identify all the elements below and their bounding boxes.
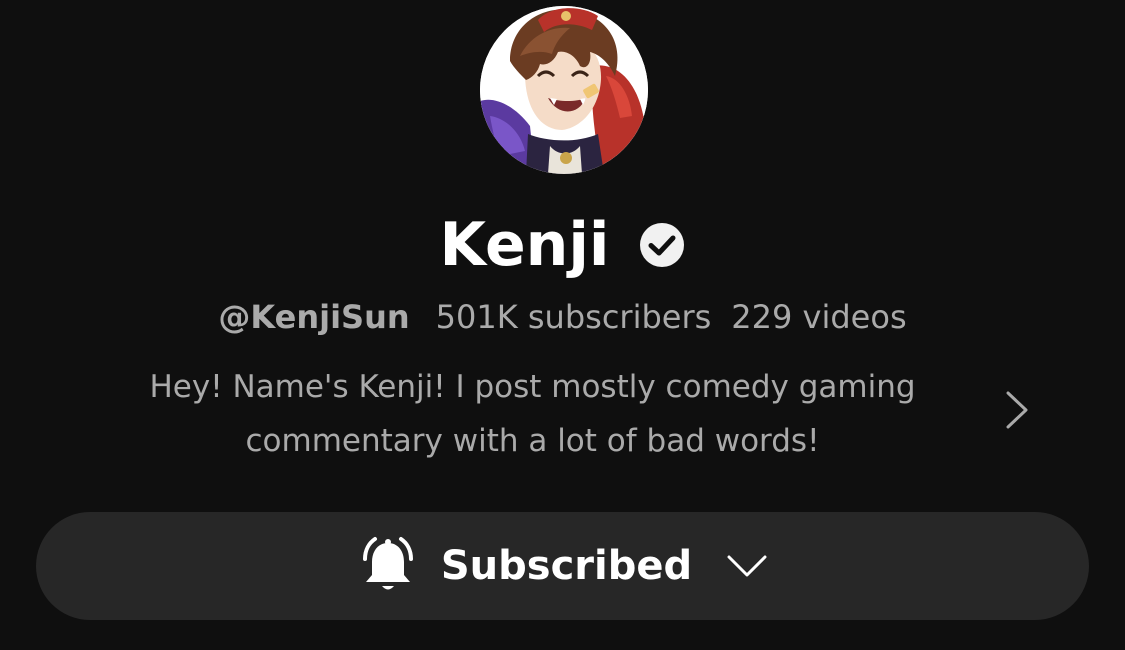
- channel-avatar[interactable]: [480, 6, 648, 174]
- subscribed-button[interactable]: Subscribed: [36, 512, 1089, 620]
- description-line-2: commentary with a lot of bad words!: [245, 423, 820, 459]
- subscribed-label: Subscribed: [440, 543, 693, 589]
- channel-name: Kenji: [439, 210, 610, 280]
- channel-handle: @KenjiSun: [218, 298, 410, 336]
- video-count: 229 videos: [731, 298, 907, 336]
- avatar-illustration: [480, 6, 648, 174]
- channel-meta: @KenjiSun 501K subscribers 229 videos: [0, 292, 1125, 342]
- bell-icon: [357, 535, 419, 597]
- verified-badge-icon: [639, 222, 685, 268]
- chevron-down-icon: [726, 553, 768, 579]
- description-line-1: Hey! Name's Kenji! I post mostly comedy …: [149, 369, 916, 405]
- subscriber-count: 501K subscribers: [435, 298, 712, 336]
- channel-header: Kenji @KenjiSun 501K subscribers 229 vid…: [0, 0, 1125, 650]
- channel-name-row: Kenji: [0, 205, 1125, 285]
- chevron-right-icon[interactable]: [1004, 390, 1030, 430]
- channel-description[interactable]: Hey! Name's Kenji! I post mostly comedy …: [80, 360, 985, 468]
